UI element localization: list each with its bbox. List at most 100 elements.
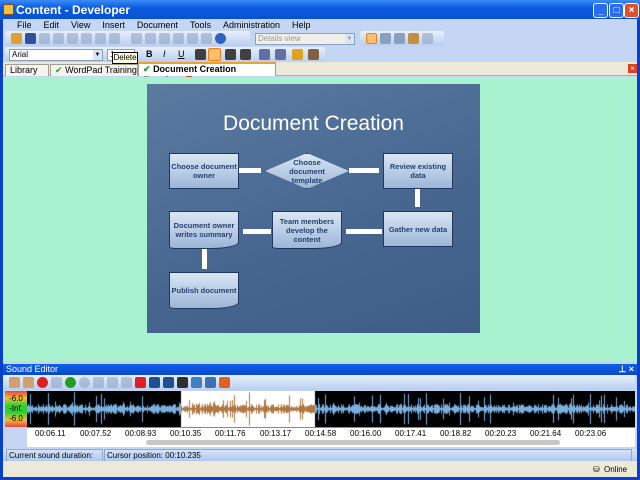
- node-choose-owner: Choose document owner: [169, 153, 239, 189]
- redo-icon[interactable]: [145, 33, 156, 44]
- tab-document-creation-flowchart[interactable]: ✔ Document Creation flowchart ×: [138, 62, 276, 85]
- menu-insert[interactable]: Insert: [96, 19, 131, 31]
- minimize-button[interactable]: _: [593, 3, 608, 18]
- maximize-button[interactable]: □: [609, 3, 624, 18]
- cut-icon[interactable]: [93, 377, 104, 388]
- slide-title: Document Creation: [223, 112, 404, 135]
- layout-horizontal-icon[interactable]: [380, 33, 391, 44]
- underline-button[interactable]: U: [178, 49, 185, 59]
- play-icon[interactable]: [65, 377, 76, 388]
- close-document-icon[interactable]: ×: [628, 64, 637, 73]
- outdent-icon[interactable]: [173, 33, 184, 44]
- standard-toolbar: [5, 31, 125, 46]
- properties-icon[interactable]: [109, 33, 120, 44]
- tab-label: Library: [10, 65, 38, 75]
- menu-tools[interactable]: Tools: [184, 19, 217, 31]
- zoom-icon[interactable]: [191, 377, 202, 388]
- standard-toolbar-2: [125, 31, 250, 46]
- publish-icon[interactable]: [408, 33, 419, 44]
- timeline-label: 00:17.41: [395, 429, 427, 438]
- numbering-icon[interactable]: [275, 49, 286, 60]
- timeline: 00:06.11 00:07.52 00:08.93 00:10.35 00:11.76…: [27, 427, 635, 438]
- arrow-right: [349, 168, 379, 173]
- mixer-icon[interactable]: [51, 377, 62, 388]
- effects-icon[interactable]: [205, 377, 216, 388]
- bullets-icon[interactable]: [259, 49, 270, 60]
- save-icon[interactable]: [25, 33, 36, 44]
- insert-sound-icon[interactable]: [23, 377, 34, 388]
- print-icon[interactable]: [39, 33, 50, 44]
- meter-value: -Inf.: [9, 404, 23, 413]
- justify-icon[interactable]: [240, 49, 251, 60]
- sound-editor-label: Sound Editor: [6, 364, 59, 374]
- align-center-icon[interactable]: [208, 48, 221, 61]
- delete-icon[interactable]: [95, 33, 106, 44]
- menu-view[interactable]: View: [65, 19, 96, 31]
- close-button[interactable]: ×: [624, 3, 639, 18]
- arrow-left: [346, 229, 382, 234]
- menu-edit[interactable]: Edit: [38, 19, 66, 31]
- menu-bar: File Edit View Insert Document Tools Adm…: [3, 19, 637, 31]
- timeline-label: 00:16.00: [350, 429, 382, 438]
- copy-icon[interactable]: [67, 33, 78, 44]
- crop-icon[interactable]: [177, 377, 188, 388]
- menu-document[interactable]: Document: [131, 19, 184, 31]
- bold-button[interactable]: B: [146, 49, 153, 59]
- level-meter: -6.0 -Inf. -6.0: [5, 391, 27, 427]
- find-icon[interactable]: [187, 33, 198, 44]
- arrow-right: [239, 168, 261, 173]
- pin-close-icons[interactable]: ⊥ ×: [618, 364, 634, 375]
- layout-vertical-icon[interactable]: [394, 33, 405, 44]
- refresh-icon[interactable]: [422, 33, 433, 44]
- check-icon: ✔: [143, 64, 151, 74]
- align-right-icon[interactable]: [225, 49, 236, 60]
- fill-color-icon[interactable]: [308, 49, 319, 60]
- italic-button[interactable]: I: [163, 49, 166, 59]
- record-icon[interactable]: [37, 377, 48, 388]
- menu-help[interactable]: Help: [286, 19, 317, 31]
- markers-icon[interactable]: [163, 377, 174, 388]
- scroll-thumb[interactable]: [146, 440, 560, 445]
- timeline-label: 00:13.17: [260, 429, 292, 438]
- arrow-down: [202, 249, 207, 269]
- cut-icon[interactable]: [53, 33, 64, 44]
- add-sound-icon[interactable]: [9, 377, 20, 388]
- title-bar: Content - Developer: [0, 0, 640, 20]
- app-icon: [3, 4, 14, 15]
- menu-administration[interactable]: Administration: [217, 19, 286, 31]
- node-review-data: Review existing data: [383, 153, 453, 189]
- text-color-icon[interactable]: [292, 49, 303, 60]
- node-gather-data: Gather new data: [383, 211, 453, 247]
- horizontal-scrollbar[interactable]: [27, 438, 635, 447]
- font-combo[interactable]: Arial ▼: [9, 49, 103, 61]
- window-title: Content - Developer: [16, 3, 131, 17]
- indent-icon[interactable]: [159, 33, 170, 44]
- waveform[interactable]: [27, 391, 635, 427]
- open-icon[interactable]: [11, 33, 22, 44]
- help-icon[interactable]: [215, 33, 226, 44]
- view-combo[interactable]: Details view ▼: [255, 33, 355, 45]
- timeline-label: 00:21.64: [530, 429, 562, 438]
- online-icon: ⛁: [593, 465, 600, 474]
- menu-file[interactable]: File: [11, 19, 38, 31]
- delete-icon[interactable]: [135, 377, 146, 388]
- status-bar: ⛁ Online: [3, 461, 637, 477]
- document-tabs: Library ✔ WordPad Training ✔ Document Cr…: [3, 62, 637, 85]
- chevron-down-icon: ▼: [345, 34, 354, 44]
- fit-icon[interactable]: [149, 377, 160, 388]
- stop-icon[interactable]: [79, 377, 90, 388]
- copy-icon[interactable]: [107, 377, 118, 388]
- view-combo-value: Details view: [258, 34, 301, 43]
- sound-status: Current sound duration: 00:28 Cursor pos…: [3, 449, 637, 475]
- spectrum-icon[interactable]: [219, 377, 230, 388]
- paste-icon[interactable]: [121, 377, 132, 388]
- slide: Document Creation Choose document owner …: [147, 84, 480, 333]
- align-left-icon[interactable]: [195, 49, 206, 60]
- chevron-down-icon: ▼: [93, 50, 102, 60]
- undo-icon[interactable]: [131, 33, 142, 44]
- tab-library[interactable]: Library: [5, 64, 49, 76]
- tab-wordpad-training[interactable]: ✔ WordPad Training: [50, 64, 138, 76]
- spellcheck-icon[interactable]: [201, 33, 212, 44]
- layout-single-icon[interactable]: [366, 33, 377, 44]
- paste-icon[interactable]: [81, 33, 92, 44]
